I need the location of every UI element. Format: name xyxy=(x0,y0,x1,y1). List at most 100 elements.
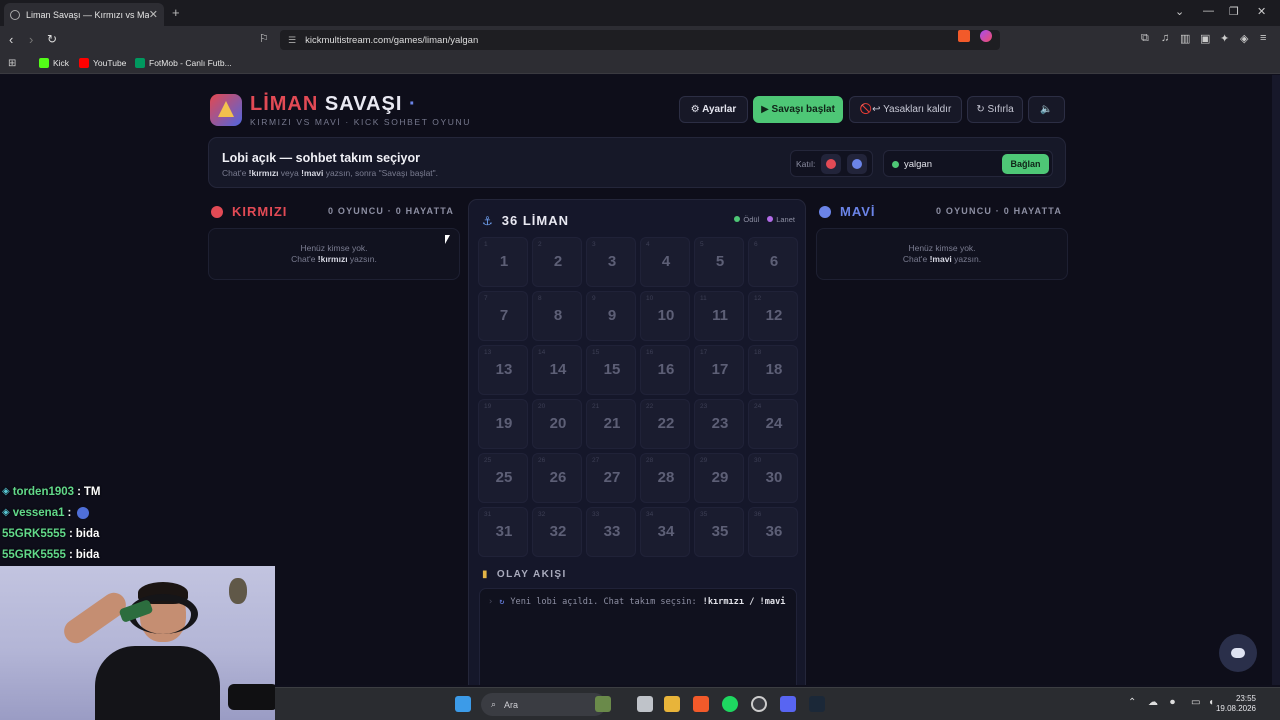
port-cell[interactable]: 14 14 xyxy=(532,345,582,395)
wallet-icon[interactable]: ▣ xyxy=(1200,32,1210,45)
port-cell[interactable]: 28 28 xyxy=(640,453,690,503)
chat-sep: : xyxy=(77,485,81,498)
volume-icon[interactable]: ◖ xyxy=(1208,697,1214,708)
port-cell[interactable]: 23 23 xyxy=(694,399,744,449)
streamer-arm xyxy=(59,588,131,648)
port-cell[interactable]: 11 xyxy=(478,237,528,287)
port-cell[interactable]: 27 27 xyxy=(586,453,636,503)
music-icon[interactable]: ♫ xyxy=(1161,32,1169,44)
port-cell[interactable]: 29 29 xyxy=(694,453,744,503)
spotify-icon[interactable] xyxy=(722,696,738,712)
port-cell[interactable]: 35 35 xyxy=(694,507,744,557)
address-bar[interactable]: ☰ kickmultistream.com/games/liman/yalgan xyxy=(280,30,1000,50)
bookmark-icon[interactable]: ⚐ xyxy=(259,32,269,45)
port-cell[interactable]: 30 30 xyxy=(748,453,798,503)
file-explorer-icon[interactable] xyxy=(664,696,680,712)
brave-rewards-icon[interactable] xyxy=(980,30,992,42)
taskbar-search[interactable]: ⌕ Ara xyxy=(481,693,606,716)
channel-input[interactable] xyxy=(904,157,994,171)
menu-icon[interactable]: ≡ xyxy=(1260,32,1266,44)
bookmark-kick[interactable]: Kick xyxy=(39,58,69,68)
port-cell[interactable]: 99 xyxy=(586,291,636,341)
port-cell[interactable]: 15 15 xyxy=(586,345,636,395)
new-tab-icon[interactable]: + xyxy=(172,5,180,20)
tray-overflow-icon[interactable]: ⌃ xyxy=(1128,697,1136,708)
brave-shields-icon[interactable] xyxy=(958,30,970,42)
port-cell[interactable]: 13 13 xyxy=(478,345,528,395)
port-cell[interactable]: 88 xyxy=(532,291,582,341)
extensions-icon[interactable]: ⧉ xyxy=(1141,32,1149,45)
port-cell[interactable]: 21 21 xyxy=(586,399,636,449)
port-cell[interactable]: 66 xyxy=(748,237,798,287)
port-cell[interactable]: 12 12 xyxy=(748,291,798,341)
back-icon[interactable]: ‹ xyxy=(9,32,13,47)
bookmark-youtube[interactable]: YouTube xyxy=(79,58,126,68)
port-cell[interactable]: 34 34 xyxy=(640,507,690,557)
port-cell[interactable]: 44 xyxy=(640,237,690,287)
port-cell[interactable]: 36 36 xyxy=(748,507,798,557)
apps-grid-icon[interactable]: ⊞ xyxy=(8,58,16,69)
connect-button[interactable]: Bağlan xyxy=(1002,154,1049,174)
start-menu-icon[interactable] xyxy=(455,696,471,712)
task-view-icon[interactable] xyxy=(637,696,653,712)
sidebar-icon[interactable]: ▥ xyxy=(1180,32,1190,45)
port-cell[interactable]: 16 16 xyxy=(640,345,690,395)
port-cell[interactable]: 77 xyxy=(478,291,528,341)
widget-icon[interactable] xyxy=(595,696,611,712)
tray-app-icon[interactable]: ☁ xyxy=(1148,697,1158,708)
bookmark-fotmob[interactable]: FotMob - Canlı Futb... xyxy=(135,58,232,68)
close-tab-icon[interactable]: ✕ xyxy=(149,8,158,21)
port-cell[interactable]: 33 xyxy=(586,237,636,287)
url-text: kickmultistream.com/games/liman/yalgan xyxy=(305,34,479,46)
settings-button[interactable]: ⚙ Ayarlar xyxy=(679,96,748,123)
port-cell[interactable]: 11 11 xyxy=(694,291,744,341)
port-cell[interactable]: 17 17 xyxy=(694,345,744,395)
port-cell[interactable]: 10 10 xyxy=(640,291,690,341)
blue-dot-icon xyxy=(852,158,863,169)
port-cell[interactable]: 20 20 xyxy=(532,399,582,449)
network-icon[interactable]: ▭ xyxy=(1191,697,1200,708)
join-blue-button[interactable] xyxy=(847,153,868,174)
port-cell[interactable]: 26 26 xyxy=(532,453,582,503)
port-cell[interactable]: 22 xyxy=(532,237,582,287)
port-cell[interactable]: 31 31 xyxy=(478,507,528,557)
emote-icon xyxy=(77,506,90,519)
start-battle-button[interactable]: ▶ Savaşı başlat xyxy=(753,96,843,123)
port-cell[interactable]: 33 33 xyxy=(586,507,636,557)
port-cell[interactable]: 18 18 xyxy=(748,345,798,395)
chevron-down-icon[interactable]: ⌄ xyxy=(1175,5,1184,18)
wall-lamp xyxy=(229,578,247,604)
vpn-icon[interactable]: ◈ xyxy=(1240,32,1248,45)
sound-button[interactable]: 🔈 xyxy=(1028,96,1065,123)
app-icon[interactable] xyxy=(751,696,767,712)
brave-browser-icon[interactable] xyxy=(693,696,709,712)
forward-icon[interactable]: › xyxy=(29,32,33,47)
join-red-button[interactable] xyxy=(821,153,842,174)
port-cell[interactable]: 22 22 xyxy=(640,399,690,449)
taskbar-clock[interactable]: 23:55 19.08.2026 xyxy=(1216,694,1256,714)
bookmark-label: YouTube xyxy=(93,58,127,68)
steam-icon[interactable] xyxy=(809,696,825,712)
chat-bubble-button[interactable] xyxy=(1219,634,1257,672)
minimize-icon[interactable]: — xyxy=(1203,5,1214,17)
leo-ai-icon[interactable]: ✦ xyxy=(1220,32,1229,45)
port-cell[interactable]: 19 19 xyxy=(478,399,528,449)
discord-icon[interactable] xyxy=(780,696,796,712)
reload-icon[interactable]: ↻ xyxy=(47,32,57,46)
remove-bans-button[interactable]: 🚫↩ Yasakları kaldır xyxy=(849,96,962,123)
browser-tab[interactable]: Liman Savaşı — Kırmızı vs Mavi ✕ xyxy=(4,3,164,26)
port-cell[interactable]: 32 32 xyxy=(532,507,582,557)
microphone-tray-icon[interactable]: ⏺ xyxy=(1170,697,1175,708)
site-settings-icon[interactable]: ☰ xyxy=(288,35,296,46)
chat-message: ◈ vessena1: xyxy=(2,502,262,523)
port-cell[interactable]: 25 25 xyxy=(478,453,528,503)
port-cell[interactable]: 24 24 xyxy=(748,399,798,449)
port-cell[interactable]: 55 xyxy=(694,237,744,287)
reset-button[interactable]: ↻ Sıfırla xyxy=(967,96,1023,123)
close-window-icon[interactable]: ✕ xyxy=(1257,5,1266,18)
port-cell-number: 14 xyxy=(549,361,567,378)
page-scrollbar[interactable] xyxy=(1272,75,1280,685)
maximize-icon[interactable]: ❐ xyxy=(1229,5,1239,18)
hint-text: veya xyxy=(278,168,302,178)
port-cell-number: 17 xyxy=(711,361,729,378)
